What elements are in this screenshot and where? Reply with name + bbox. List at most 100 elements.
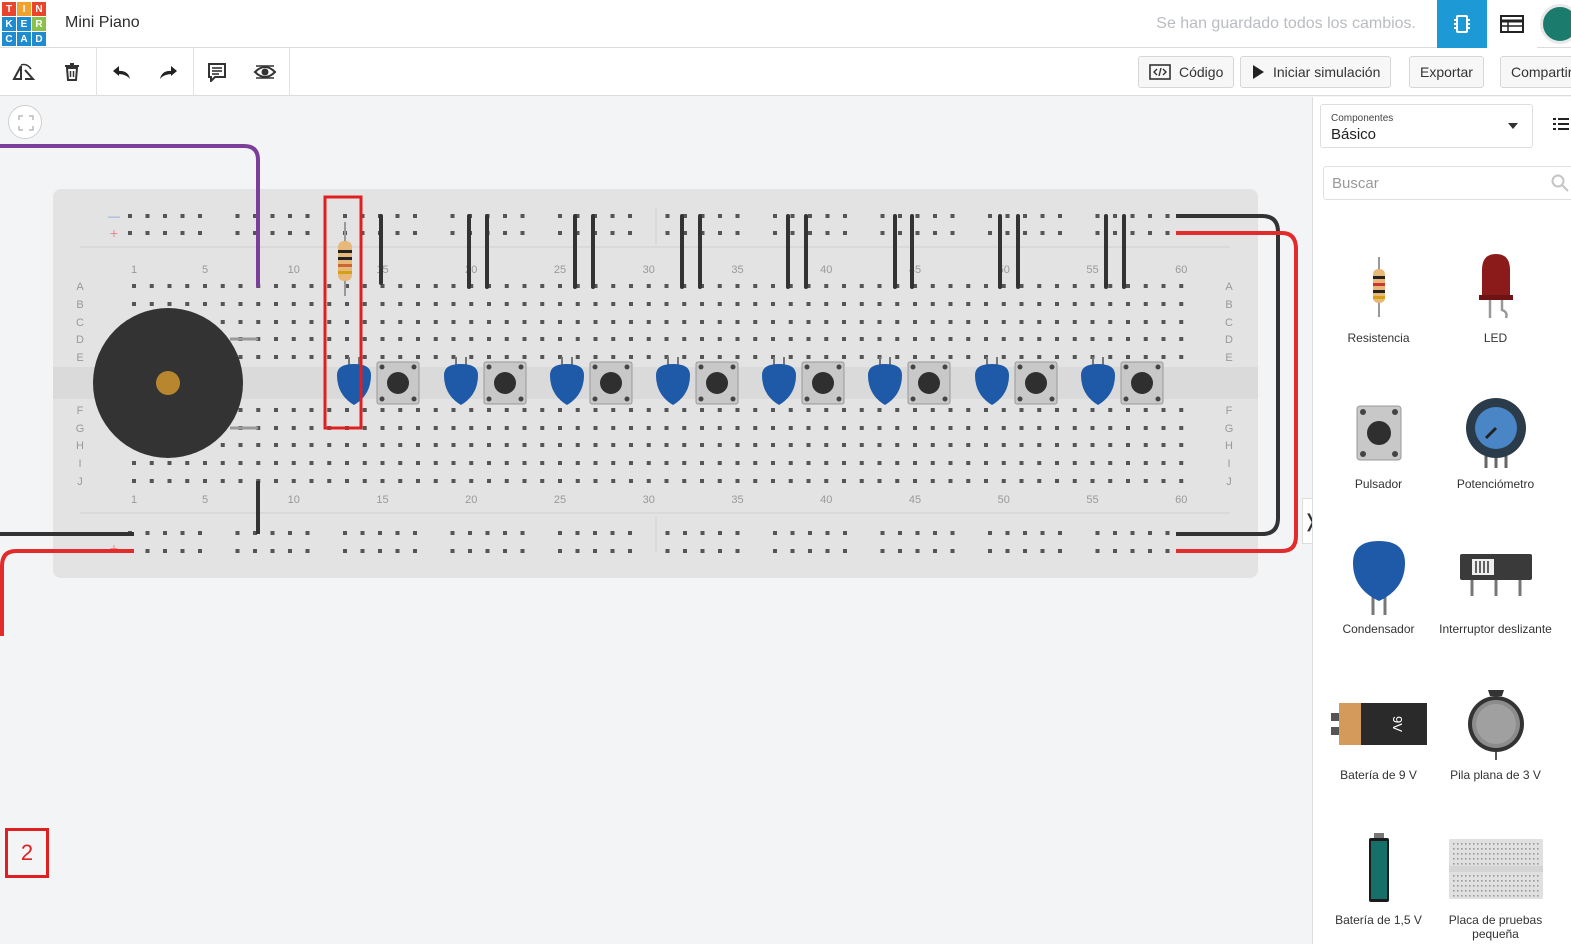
rail-hole: [235, 531, 240, 535]
hole: [895, 479, 900, 483]
hole: [1126, 461, 1130, 465]
component-item[interactable]: Pulsador: [1320, 393, 1437, 491]
rail-hole: [485, 531, 490, 535]
user-avatar[interactable]: [1540, 4, 1571, 44]
hole: [1520, 858, 1523, 860]
hole: [1179, 284, 1184, 288]
hole: [1143, 320, 1148, 324]
hole: [451, 302, 456, 306]
hole: [1496, 863, 1499, 865]
notes-button[interactable]: [201, 56, 233, 88]
hole: [1019, 408, 1024, 412]
hole: [1524, 885, 1527, 887]
hole: [646, 337, 651, 341]
component-item[interactable]: Condensador: [1320, 538, 1437, 636]
hole: [309, 337, 314, 341]
hole: [1488, 858, 1491, 860]
rotate-button[interactable]: [8, 56, 40, 88]
search-icon[interactable]: [1551, 174, 1569, 192]
components-category-select[interactable]: Componentes Básico: [1320, 104, 1533, 148]
breadboard-circuit[interactable]: —++AABBCCDDEEFFGGHHIIJJ11551010151520202…: [0, 97, 1311, 797]
hole: [1480, 880, 1483, 882]
rail-hole: [843, 214, 847, 218]
hole: [664, 461, 669, 465]
hole: [1143, 426, 1148, 430]
component-item[interactable]: Placa de pruebas pequeña: [1437, 829, 1554, 941]
schematic-list-view-button[interactable]: [1487, 0, 1537, 48]
list-view-button[interactable]: [1553, 117, 1569, 136]
hole: [558, 337, 562, 341]
pushbutton-screw: [411, 396, 417, 402]
share-button[interactable]: Compartir: [1500, 56, 1571, 88]
hole: [540, 337, 545, 341]
hole: [1179, 443, 1184, 447]
component-item[interactable]: Batería de 1,5 V: [1320, 829, 1437, 927]
hole: [1496, 843, 1499, 845]
hole: [309, 443, 314, 447]
rail-hole: [808, 549, 812, 553]
toolbar-divider: [96, 48, 97, 96]
rail-hole: [773, 214, 777, 218]
hole: [1476, 858, 1479, 860]
code-button[interactable]: Código: [1138, 56, 1235, 88]
hole: [700, 320, 704, 324]
hole: [291, 408, 296, 412]
hole: [433, 408, 438, 412]
hole: [1520, 875, 1523, 877]
hole: [558, 320, 562, 324]
hole: [629, 284, 633, 288]
hole: [416, 320, 420, 324]
hole: [1476, 885, 1479, 887]
pushbutton-screw: [698, 364, 704, 370]
tinkercad-logo[interactable]: TIN KER CAD: [2, 2, 46, 46]
hole: [1492, 885, 1495, 887]
hole: [1179, 355, 1184, 359]
hole: [877, 320, 882, 324]
hole: [575, 408, 580, 412]
component-item[interactable]: Pila plana de 3 V: [1437, 684, 1554, 782]
component-item[interactable]: LED: [1437, 247, 1554, 345]
hole: [842, 426, 846, 430]
component-item[interactable]: 9V Batería de 9 V: [1320, 684, 1437, 782]
export-button[interactable]: Exportar: [1409, 56, 1484, 88]
battery-aa-icon: [1320, 829, 1437, 909]
undo-button[interactable]: [106, 56, 138, 88]
component-item[interactable]: Resistencia: [1320, 247, 1437, 345]
hole: [735, 302, 740, 306]
rail-hole: [628, 231, 632, 235]
hole: [1460, 875, 1463, 877]
hole: [1532, 848, 1535, 850]
component-item[interactable]: Interruptor deslizante: [1437, 538, 1554, 636]
component-search-input[interactable]: Buscar: [1323, 166, 1571, 200]
hole: [1161, 443, 1166, 447]
circuit-canvas[interactable]: —++AABBCCDDEEFFGGHHIIJJ11551010151520202…: [0, 97, 1311, 944]
hole: [487, 461, 491, 465]
hole: [788, 426, 793, 430]
component-item[interactable]: Potenciómetro: [1437, 393, 1554, 491]
logo-letter: R: [32, 17, 46, 31]
hole: [1464, 880, 1467, 882]
hole: [1532, 858, 1535, 860]
rail-hole: [880, 214, 885, 218]
hole: [930, 320, 935, 324]
redo-button[interactable]: [152, 56, 184, 88]
resistor-body: [338, 241, 352, 281]
hole: [771, 426, 775, 430]
start-simulation-button[interactable]: Iniciar simulación: [1240, 56, 1392, 88]
circuit-view-button[interactable]: [1437, 0, 1487, 48]
rail-hole: [665, 531, 670, 535]
row-label: E: [76, 352, 83, 364]
rail-hole: [343, 214, 347, 218]
row-label: J: [77, 476, 83, 488]
rail-hole: [825, 531, 830, 535]
rail-hole: [950, 231, 955, 235]
hole: [1037, 302, 1042, 306]
hole: [1126, 479, 1130, 483]
visibility-button[interactable]: [249, 56, 281, 88]
project-title[interactable]: Mini Piano: [65, 14, 140, 32]
hole: [1019, 320, 1024, 324]
rail-hole: [235, 231, 240, 235]
hole: [1524, 880, 1527, 882]
rail-hole: [735, 549, 740, 553]
delete-button[interactable]: [56, 56, 88, 88]
